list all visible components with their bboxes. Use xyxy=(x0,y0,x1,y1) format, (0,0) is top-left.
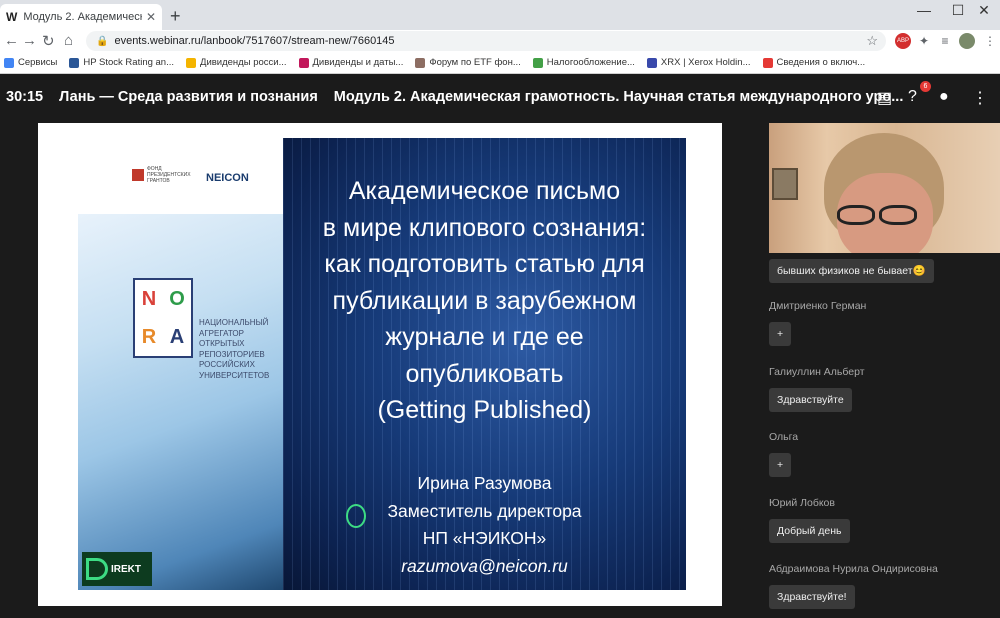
direkt-logo: IREKT xyxy=(82,552,152,586)
chat-author: Абдраимова Нурила Ондирисовна xyxy=(769,563,938,575)
author-position: Заместитель директора xyxy=(387,500,582,521)
forward-arrow-icon[interactable]: → xyxy=(22,32,37,49)
url-text: events.webinar.ru/lanbook/7517607/stream… xyxy=(114,35,395,47)
presentation-slide: ФОНД ПРЕЗИДЕНТСКИХ ГРАНТОВ NEICON N O R … xyxy=(78,138,686,590)
url-field[interactable]: 🔒 events.webinar.ru/lanbook/7517607/stre… xyxy=(86,31,886,51)
chat-message: + xyxy=(769,453,792,477)
speaker-video[interactable] xyxy=(769,123,1000,253)
chat-message: Здравствуйте xyxy=(769,388,852,412)
bookmark-item[interactable]: Сведения о включ... xyxy=(762,57,865,68)
participants-icon[interactable]: ● xyxy=(939,88,949,106)
corridor-photo xyxy=(78,214,283,590)
bookmark-star-icon[interactable]: ☆ xyxy=(866,33,878,49)
tab-title: Модуль 2. Академическая г xyxy=(23,11,142,23)
browser-tab-bar: W Модуль 2. Академическая г ✕ + — ☐ ✕ xyxy=(0,0,1000,30)
bookmark-item[interactable]: HP Stock Rating an... xyxy=(69,57,174,68)
bookmark-item[interactable]: Налогообложение... xyxy=(532,57,635,68)
adblock-extension-icon[interactable]: ABP xyxy=(895,33,911,49)
webinar-title: Модуль 2. Академическая грамотность. Нау… xyxy=(333,89,904,105)
bookmark-favicon-icon xyxy=(186,57,197,68)
chat-message: Добрый день xyxy=(769,519,850,543)
minimize-window-icon[interactable]: — xyxy=(906,2,942,18)
new-tab-button[interactable]: + xyxy=(170,6,181,27)
slide-left-panel: ФОНД ПРЕЗИДЕНТСКИХ ГРАНТОВ NEICON N O R … xyxy=(78,138,283,590)
home-icon[interactable]: ⌂ xyxy=(64,32,73,49)
webinar-favicon-icon: W xyxy=(6,10,18,24)
direkt-d-icon xyxy=(86,558,108,580)
chat-message: Здравствуйте! xyxy=(769,585,855,609)
author-organization: НП «НЭИКОН» xyxy=(422,528,547,548)
bookmark-item[interactable]: XRX | Xerox Holdin... xyxy=(646,57,751,68)
chat-icon[interactable]: ▤ xyxy=(877,88,892,108)
close-tab-icon[interactable]: ✕ xyxy=(146,10,156,24)
chat-message: + xyxy=(769,322,792,346)
questions-icon[interactable]: ? xyxy=(908,88,917,106)
organizer-name: Лань — Среда развития и познания xyxy=(59,89,318,105)
nora-letter: O xyxy=(169,287,185,310)
session-timer: 30:15 xyxy=(6,89,44,105)
bookmark-favicon-icon xyxy=(298,57,309,68)
bookmark-favicon-icon xyxy=(415,57,426,68)
bookmark-favicon-icon xyxy=(69,57,80,68)
bookmark-item[interactable]: Дивиденды и даты... xyxy=(298,57,403,68)
chat-author: Галиуллин Альберт xyxy=(769,366,865,378)
more-menu-icon[interactable]: ⋮ xyxy=(972,88,988,108)
nora-letter: N xyxy=(141,287,157,310)
bookmark-item[interactable]: Дивиденды росси... xyxy=(186,57,287,68)
bookmarks-bar: Сервисы HP Stock Rating an... Дивиденды … xyxy=(0,52,1000,74)
bookmark-favicon-icon xyxy=(532,57,543,68)
browser-tab[interactable]: W Модуль 2. Академическая г ✕ xyxy=(0,4,162,30)
chat-author: Ольга xyxy=(769,431,799,443)
media-queue-icon[interactable]: ≡ xyxy=(937,33,953,49)
slide-title: Академическое письмо в мире клипового со… xyxy=(322,177,647,424)
bookmark-favicon-icon xyxy=(762,57,773,68)
wall-picture-frame xyxy=(772,168,798,200)
grant-fund-mark-icon xyxy=(132,169,144,181)
webinar-header: 30:15 Лань — Среда развития и познания М… xyxy=(0,74,1000,120)
neicon-logo: NEICON xyxy=(206,172,249,184)
chat-panel: бывших физиков не бывает😊 Дмитриенко Гер… xyxy=(769,253,1000,618)
apps-grid-icon xyxy=(4,57,14,68)
bookmark-item[interactable]: Сервисы xyxy=(4,57,57,68)
nora-letter: A xyxy=(169,325,185,348)
close-window-icon[interactable]: ✕ xyxy=(966,2,1000,19)
back-arrow-icon[interactable]: ← xyxy=(4,32,19,49)
slide-author-block: Ирина Разумова Заместитель директора НП … xyxy=(283,470,686,580)
chat-author: Юрий Лобков xyxy=(769,497,835,509)
reload-icon[interactable]: ↻ xyxy=(42,32,55,50)
speaker-glasses xyxy=(831,205,921,227)
presidential-grants-logo: ФОНД ПРЕЗИДЕНТСКИХ ГРАНТОВ xyxy=(132,166,191,184)
bookmark-item[interactable]: Форум по ETF фон... xyxy=(415,57,521,68)
nora-caption: Национальный агрегатор открытых репозито… xyxy=(199,318,270,380)
browser-menu-icon[interactable]: ⋮ xyxy=(982,33,998,49)
presentation-panel: ФОНД ПРЕЗИДЕНТСКИХ ГРАНТОВ NEICON N O R … xyxy=(38,123,722,606)
author-name: Ирина Разумова xyxy=(417,473,552,493)
profile-avatar[interactable] xyxy=(959,33,975,49)
nora-logo: N O R A xyxy=(133,278,193,358)
bookmark-favicon-icon xyxy=(646,57,657,68)
lock-icon: 🔒 xyxy=(96,35,109,47)
chat-author: Дмитриенко Герман xyxy=(769,300,867,312)
extensions-puzzle-icon[interactable]: ✦ xyxy=(916,33,932,49)
chat-message: бывших физиков не бывает😊 xyxy=(769,259,934,283)
nora-letter: R xyxy=(141,325,157,348)
author-email: razumova@neicon.ru xyxy=(401,555,568,576)
questions-count-badge: 6 xyxy=(920,81,931,92)
address-toolbar: ← → ↻ ⌂ 🔒 events.webinar.ru/lanbook/7517… xyxy=(0,30,1000,52)
